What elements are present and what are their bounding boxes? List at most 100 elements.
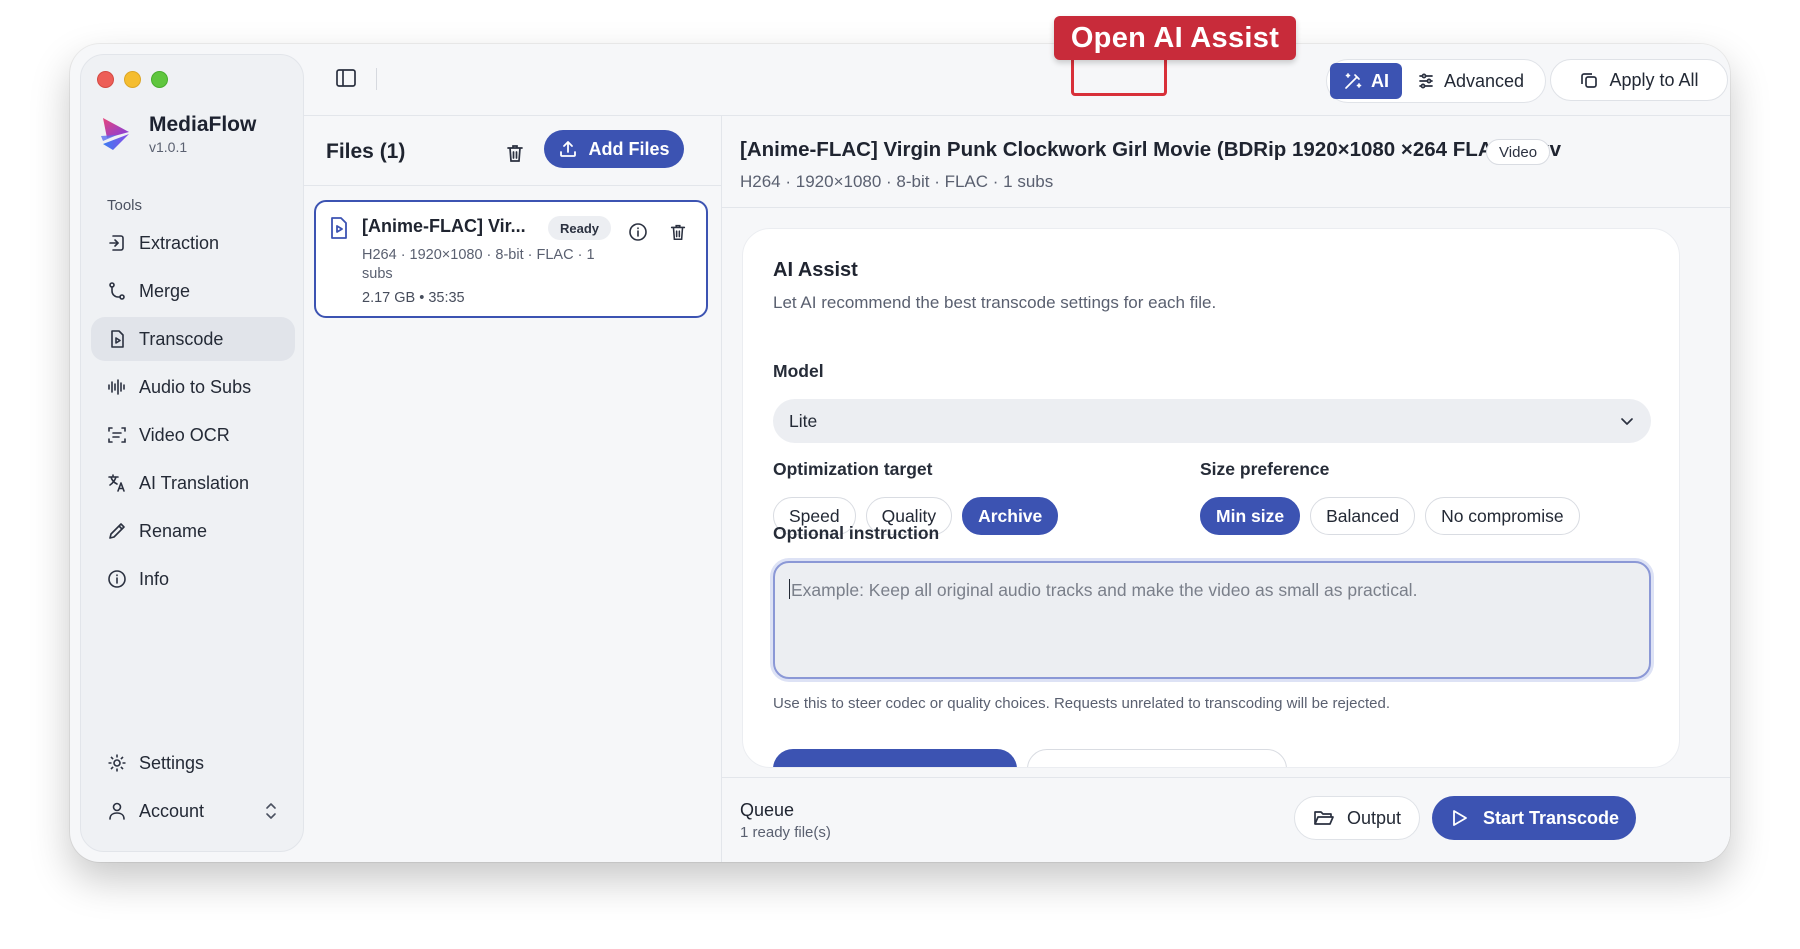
sidebar-item-video-ocr[interactable]: Video OCR: [91, 413, 295, 457]
size-preference-label: Size preference: [1200, 459, 1330, 479]
model-label: Model: [773, 361, 824, 381]
text-caret: [789, 579, 790, 599]
sidebar-item-extraction[interactable]: Extraction: [91, 221, 295, 265]
magic-wand-icon: [1345, 73, 1362, 89]
transcode-icon: [111, 330, 124, 348]
app-window: MediaFlow v1.0.1 Tools Extraction Merge: [70, 44, 1730, 862]
brand: MediaFlow v1.0.1: [99, 113, 256, 155]
ai-mode-button[interactable]: AI: [1330, 63, 1402, 99]
pencil-icon: [109, 523, 125, 539]
upload-icon: [560, 141, 577, 157]
files-header: Files (1) Add Files: [304, 116, 721, 186]
detail-header: [Anime-FLAC] Virgin Punk Clockwork Girl …: [722, 116, 1730, 208]
clear-files-trash-icon[interactable]: [504, 142, 526, 164]
optimization-option-archive[interactable]: Archive: [962, 497, 1059, 535]
remove-file-trash-icon[interactable]: [668, 222, 688, 242]
sliders-icon: [1419, 73, 1433, 89]
sidebar-item-label: Info: [139, 568, 170, 589]
folder-open-icon: [1314, 811, 1334, 825]
ai-mode-label: AI: [1371, 70, 1389, 91]
files-panel: Files (1) Add Files [Anime-FLAC] Vir... …: [304, 116, 722, 862]
minimize-window-button[interactable]: [124, 71, 141, 88]
app-name: MediaFlow: [149, 113, 257, 136]
model-select-value: Lite: [789, 410, 818, 431]
file-type-badge: Video: [1486, 139, 1551, 165]
sidebar-item-audio-to-subs[interactable]: Audio to Subs: [91, 365, 295, 409]
sidebar-item-label: Rename: [139, 520, 208, 541]
size-option-balanced[interactable]: Balanced: [1310, 497, 1416, 535]
secondary-action-button[interactable]: [1027, 749, 1287, 767]
sidebar-item-label: Extraction: [139, 232, 220, 253]
play-icon: [1453, 810, 1467, 826]
chevron-up-down-icon: [266, 803, 276, 819]
ai-assist-title: AI Assist: [773, 259, 858, 281]
sidebar-item-label: Merge: [139, 280, 191, 301]
start-transcode-label: Start Transcode: [1482, 807, 1620, 828]
file-list-item[interactable]: [Anime-FLAC] Vir... Ready H264 · 1920×10…: [314, 200, 708, 318]
sidebar-item-transcode[interactable]: Transcode: [91, 317, 295, 361]
sidebar-item-label: Audio to Subs: [139, 376, 252, 397]
close-window-button[interactable]: [97, 71, 114, 88]
sidebar-item-info[interactable]: Info: [91, 557, 295, 601]
chevron-down-icon: [1621, 418, 1633, 425]
sidebar-item-ai-translation[interactable]: AI Translation: [91, 461, 295, 505]
app-version: v1.0.1: [149, 139, 188, 155]
mediaflow-logo-icon: [101, 118, 129, 150]
merge-icon: [109, 282, 125, 300]
sidebar-bottom: Settings Account: [91, 741, 295, 837]
instruction-textarea[interactable]: Example: Keep all original audio tracks …: [773, 561, 1651, 679]
instruction-hint: Use this to steer codec or quality choic…: [773, 695, 1390, 712]
primary-action-button[interactable]: [773, 749, 1017, 767]
detail-panel: [Anime-FLAC] Virgin Punk Clockwork Girl …: [722, 116, 1730, 862]
output-label: Output: [1346, 807, 1402, 828]
sidebar-item-label: Transcode: [139, 328, 224, 349]
size-option-min-size[interactable]: Min size: [1200, 497, 1301, 535]
files-title: Files (1): [326, 140, 406, 163]
ocr-scan-icon: [108, 427, 126, 443]
copy-icon: [1581, 73, 1598, 88]
sidebar-item-merge[interactable]: Merge: [91, 269, 295, 313]
add-files-button[interactable]: Add Files: [544, 130, 684, 168]
video-file-icon: [331, 217, 347, 239]
output-button[interactable]: Output: [1294, 796, 1420, 840]
ai-assist-subtitle: Let AI recommend the best transcode sett…: [773, 293, 1217, 312]
file-meta: H264 · 1920×1080 · 8-bit · FLAC · 1 subs: [362, 247, 595, 282]
queue-status: 1 ready file(s): [740, 824, 831, 841]
extraction-icon: [109, 235, 124, 251]
advanced-mode-button[interactable]: Advanced: [1402, 63, 1524, 99]
apply-to-all-button[interactable]: Apply to All: [1550, 59, 1728, 101]
file-info-icon[interactable]: [628, 222, 648, 242]
sidebar-item-label: Settings: [139, 752, 205, 773]
sidebar-toggle-icon[interactable]: [334, 66, 358, 90]
size-preference-options: Min size Balanced No compromise: [1200, 497, 1580, 535]
audio-waveform-icon: [108, 379, 125, 395]
advanced-mode-label: Advanced: [1444, 70, 1525, 91]
sidebar-item-label: AI Translation: [139, 472, 250, 493]
detail-file-meta: H264 · 1920×1080 · 8-bit · FLAC · 1 subs: [740, 172, 1054, 191]
sidebar-item-settings[interactable]: Settings: [91, 741, 295, 785]
sidebar-item-rename[interactable]: Rename: [91, 509, 295, 553]
instruction-placeholder: Example: Keep all original audio tracks …: [791, 580, 1418, 600]
open-ai-assist-callout: Open AI Assist: [1054, 16, 1296, 60]
mode-segmented-control: AI Advanced: [1326, 59, 1546, 103]
tools-section-label: Tools: [107, 197, 143, 214]
sidebar-item-account[interactable]: Account: [91, 789, 295, 833]
user-icon: [109, 802, 125, 820]
model-select[interactable]: Lite: [773, 399, 1651, 443]
file-name: [Anime-FLAC] Vir...: [362, 216, 526, 236]
translate-icon: [108, 474, 125, 492]
sidebar-item-label: Video OCR: [139, 424, 230, 445]
start-transcode-button[interactable]: Start Transcode: [1432, 796, 1636, 840]
queue-bar: Queue 1 ready file(s) Output Start Trans…: [722, 777, 1730, 862]
add-files-label: Add Files: [588, 138, 670, 159]
file-size-duration: 2.17 GB • 35:35: [362, 290, 465, 306]
size-option-no-compromise[interactable]: No compromise: [1425, 497, 1580, 535]
status-badge: Ready: [548, 216, 612, 240]
queue-title: Queue: [740, 800, 795, 820]
detail-file-title: [Anime-FLAC] Virgin Punk Clockwork Girl …: [740, 138, 1561, 161]
top-toolbar: AI Advanced Apply to All: [304, 44, 1730, 116]
sidebar: MediaFlow v1.0.1 Tools Extraction Merge: [80, 54, 304, 852]
window-controls: [97, 71, 168, 88]
gear-icon: [108, 754, 126, 772]
zoom-window-button[interactable]: [151, 71, 168, 88]
